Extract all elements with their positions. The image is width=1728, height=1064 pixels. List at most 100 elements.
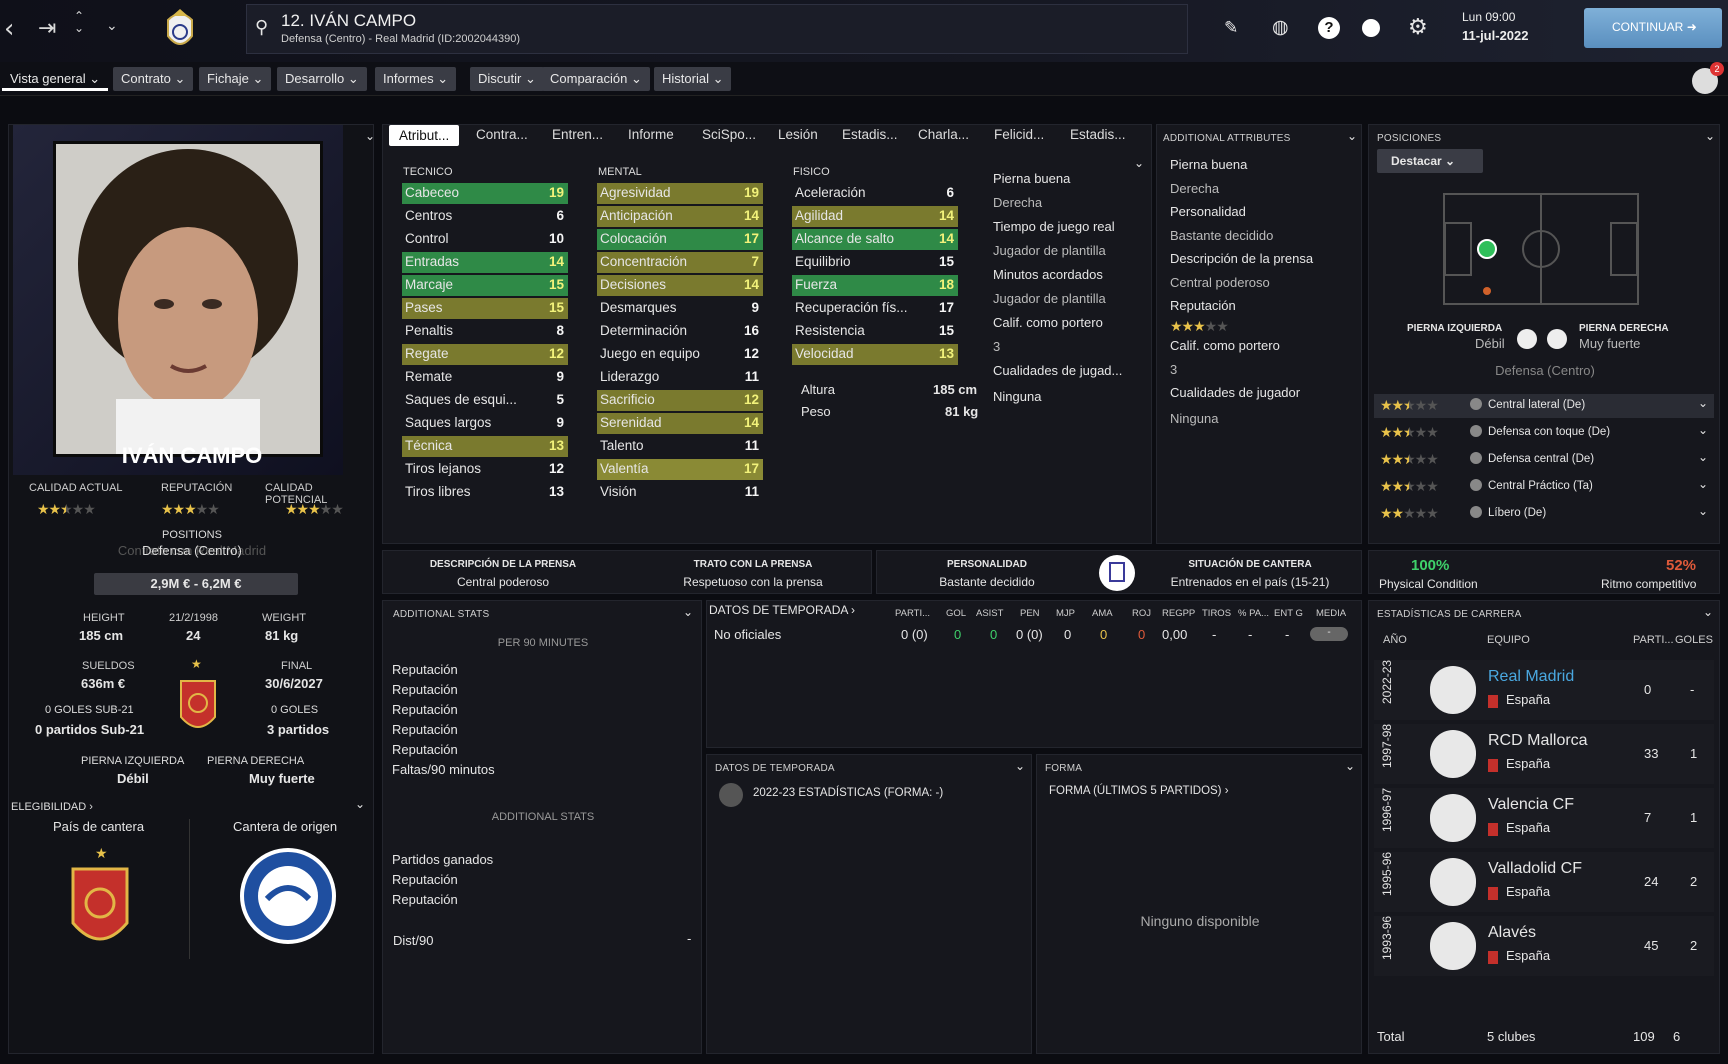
chevron-down-icon[interactable]: ⌄: [1703, 605, 1713, 619]
chevron-down-icon[interactable]: ⌄: [1347, 129, 1357, 143]
club-name[interactable]: RCD Mallorca: [1488, 732, 1588, 750]
menu-0[interactable]: Vista general ⌄: [2, 67, 109, 91]
fisico-header: FISICO: [793, 166, 830, 178]
tab-5[interactable]: Lesión: [778, 127, 818, 142]
tab-7[interactable]: Charla...: [918, 127, 969, 142]
chevron-down-icon[interactable]: ⌄: [1698, 423, 1708, 437]
chevron-down-icon[interactable]: ⌄: [1698, 504, 1708, 518]
chevron-down-icon[interactable]: ⌄: [1015, 759, 1025, 773]
chevron-down-icon[interactable]: ⌄: [683, 605, 693, 619]
destacar-dropdown[interactable]: Destacar ⌄: [1377, 149, 1483, 173]
tab-4[interactable]: SciSpo...: [702, 127, 756, 142]
career-row[interactable]: 2022-23 Real Madrid España 0 -: [1374, 660, 1714, 720]
role-stars: ★★★★★★: [1380, 397, 1439, 413]
menu-6[interactable]: Comparación ⌄: [542, 67, 650, 91]
club-name[interactable]: Valencia CF: [1488, 796, 1574, 814]
edit-icon[interactable]: ✎: [1224, 18, 1238, 38]
season-value: -: [1212, 627, 1217, 642]
attr-name: Regate: [405, 346, 449, 361]
tab-3[interactable]: Informe: [628, 127, 674, 142]
attr-name: Determinación: [600, 323, 688, 338]
menu-label: Historial: [662, 71, 709, 86]
attr-name: Decisiones: [600, 277, 667, 292]
club-country: España: [1506, 756, 1551, 771]
attr-name: Sacrificio: [600, 392, 655, 407]
world-icon[interactable]: ◍: [1272, 16, 1289, 39]
chevron-down-icon[interactable]: ⌄: [1698, 477, 1708, 491]
tab-8[interactable]: Felicid...: [994, 127, 1044, 142]
tab-9[interactable]: Estadis...: [1070, 127, 1126, 142]
attr-row: Saques de esqui... 5: [402, 390, 568, 411]
chevron-down-icon[interactable]: ⌄: [1698, 450, 1708, 464]
season-data-link[interactable]: DATOS DE TEMPORADA ›: [709, 603, 855, 617]
chevron-down-icon[interactable]: ⌄: [106, 18, 118, 34]
tab-1[interactable]: Contra...: [476, 127, 528, 142]
role-row[interactable]: ★★★★★★ Central Práctico (Ta) ⌄: [1374, 475, 1714, 499]
star-icon: ★: [95, 845, 108, 861]
additional-stats-title: ADDITIONAL STATS: [393, 609, 490, 620]
tab-2[interactable]: Entren...: [552, 127, 603, 142]
chevron-down-icon[interactable]: ⌄: [365, 129, 375, 143]
tab-0[interactable]: Atribut...: [389, 125, 460, 146]
role-row[interactable]: ★★★★★ Líbero (De) ⌄: [1374, 502, 1714, 526]
additional-item: Calif. como portero: [1170, 338, 1280, 353]
info-icon: [1470, 452, 1482, 464]
club-name[interactable]: Valladolid CF: [1488, 860, 1582, 878]
attr-row: Agresividad 19: [597, 183, 763, 204]
club-name[interactable]: Real Madrid: [1488, 668, 1574, 686]
chevron-down-icon[interactable]: ⌄: [355, 797, 365, 811]
role-row[interactable]: ★★★★★★ Central lateral (De) ⌄: [1374, 394, 1714, 418]
attr-value: 17: [743, 461, 759, 476]
status-icon[interactable]: [1362, 19, 1380, 37]
menu-label: Vista general: [10, 71, 86, 86]
attr-row: Saques largos 9: [402, 413, 568, 434]
career-row[interactable]: 1997-98 RCD Mallorca España 33 1: [1374, 724, 1714, 784]
club-goals: 1: [1690, 810, 1698, 825]
menu-2[interactable]: Fichaje ⌄: [199, 67, 272, 91]
chevron-down-icon[interactable]: ⌄: [1134, 156, 1144, 170]
form-last5-link[interactable]: FORMA (ÚLTIMOS 5 PARTIDOS) ›: [1049, 785, 1229, 797]
position-value: Defensa (Centro): [142, 543, 242, 558]
attr-name: Saques largos: [405, 415, 492, 430]
chevron-down-icon[interactable]: ⌄: [1705, 129, 1715, 143]
menu-3[interactable]: Desarrollo ⌄: [277, 67, 367, 91]
player-search-field[interactable]: ⚲ 12. IVÁN CAMPO Defensa (Centro) - Real…: [246, 4, 1188, 54]
season-stats-text: 2022-23 ESTADÍSTICAS (FORMA: -): [753, 787, 944, 799]
cantera-label: SITUACIÓN DE CANTERA: [1188, 559, 1312, 570]
menu-1[interactable]: Contrato ⌄: [113, 67, 194, 91]
additional-item: Central poderoso: [1170, 274, 1270, 290]
continue-button[interactable]: CONTINUAR ➜: [1584, 8, 1722, 48]
destacar-label: Destacar: [1391, 154, 1442, 168]
personality-panel: PERSONALIDAD Bastante decidido SITUACIÓN…: [876, 550, 1362, 594]
chevron-down-icon[interactable]: ⌄: [1698, 396, 1708, 410]
role-row[interactable]: ★★★★★★ Defensa central (De) ⌄: [1374, 448, 1714, 472]
tab-6[interactable]: Estadis...: [842, 127, 898, 142]
season-data-panel: DATOS DE TEMPORADA ›: [706, 600, 1362, 748]
gear-icon[interactable]: ⚙: [1408, 14, 1428, 40]
attr-name: Remate: [405, 369, 453, 384]
attr-name: Desmarques: [600, 300, 677, 315]
peso-label: Peso: [801, 404, 831, 419]
info-icon: [1470, 398, 1482, 410]
menu-7[interactable]: Historial ⌄: [654, 67, 732, 91]
peso-value: 81 kg: [945, 404, 979, 419]
career-row[interactable]: 1995-96 Valladolid CF España 24 2: [1374, 852, 1714, 912]
elegibilidad-link[interactable]: ELEGIBILIDAD ›: [11, 801, 93, 813]
player-title: 12. IVÁN CAMPO: [281, 11, 417, 30]
career-row[interactable]: 1996-97 Valencia CF España 7 1: [1374, 788, 1714, 848]
role-row[interactable]: ★★★★★★ Defensa con toque (De) ⌄: [1374, 421, 1714, 445]
chevron-down-icon[interactable]: ⌄: [1345, 759, 1355, 773]
menu-5[interactable]: Discutir ⌄: [470, 67, 544, 91]
season-col: GOL: [946, 608, 967, 619]
personalidad-value: Bastante decidido: [939, 575, 1035, 589]
role-name: Defensa con toque (De): [1488, 426, 1611, 438]
back-icon[interactable]: ‹: [4, 14, 14, 44]
career-row[interactable]: 1993-96 Alavés España 45 2: [1374, 916, 1714, 976]
up-down-icon[interactable]: ⌃ ⌄: [74, 10, 84, 34]
forward-end-icon[interactable]: ⇥: [38, 16, 56, 41]
menu-4[interactable]: Informes ⌄: [375, 67, 457, 91]
club-crest-icon[interactable]: [162, 6, 198, 52]
club-name[interactable]: Alavés: [1488, 924, 1536, 942]
season-col: MJP: [1056, 608, 1075, 619]
help-icon[interactable]: ?: [1318, 17, 1340, 39]
